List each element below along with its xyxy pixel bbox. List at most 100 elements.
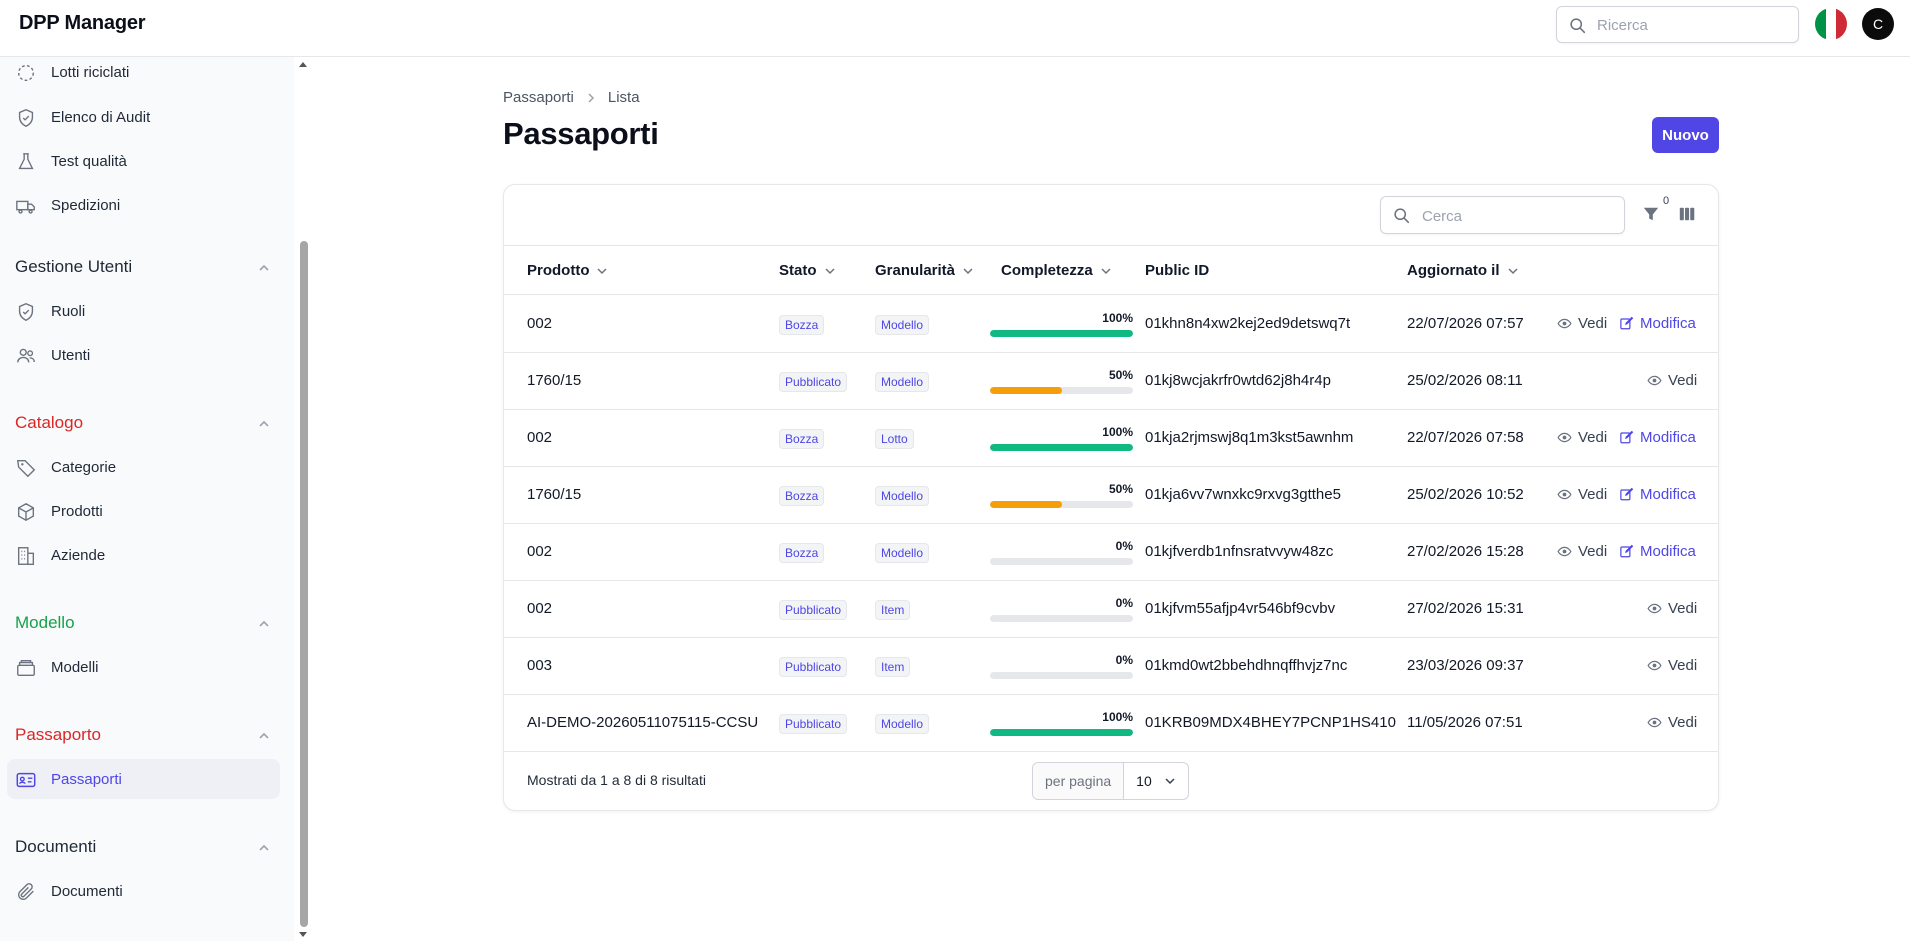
- breadcrumb-root-link[interactable]: Passaporti: [503, 89, 574, 106]
- flask-icon: [18, 153, 34, 170]
- view-action[interactable]: Vedi: [1557, 543, 1607, 560]
- chevron-up-icon: [259, 732, 269, 739]
- column-header-updated[interactable]: Aggiornato il: [1407, 262, 1519, 279]
- granularity-badge: Modello: [875, 714, 930, 734]
- sidebar-scrollbar-thumb[interactable]: [300, 241, 308, 927]
- new-passport-button[interactable]: Nuovo: [1652, 117, 1719, 153]
- status-badge: Pubblicato: [779, 600, 848, 620]
- cell-public-id: 01khn8n4xw2kej2ed9detswq7t: [1145, 315, 1351, 332]
- sidebar-item-passaporti[interactable]: Passaporti: [7, 759, 280, 799]
- view-action[interactable]: Vedi: [1647, 372, 1697, 389]
- edit-action[interactable]: Modifica: [1619, 429, 1696, 446]
- filter-icon[interactable]: [1642, 205, 1660, 223]
- user-avatar[interactable]: C: [1862, 8, 1894, 40]
- edit-action[interactable]: Modifica: [1619, 543, 1696, 560]
- chevron-up-icon: [259, 264, 269, 271]
- column-header-status[interactable]: Stato: [779, 262, 836, 279]
- cell-product: 002: [527, 429, 553, 446]
- sidebar-item-label: Test qualità: [51, 152, 127, 170]
- sidebar-item-test-qualita[interactable]: Test qualità: [7, 141, 280, 181]
- sidebar-item-lotti-riciclati[interactable]: Lotti riciclati: [7, 52, 280, 92]
- table-search[interactable]: [1380, 196, 1625, 234]
- cell-product: 003: [527, 657, 553, 674]
- view-action[interactable]: Vedi: [1557, 486, 1607, 503]
- sidebar-item-label: Documenti: [51, 882, 123, 900]
- sidebar-item-elenco-audit[interactable]: Elenco di Audit: [7, 97, 280, 137]
- cell-updated: 22/07/2026 07:58: [1407, 429, 1524, 446]
- cell-public-id: 01kjfvm55afjp4vr546bf9cvbv: [1145, 600, 1336, 617]
- sidebar-group-gestione-utenti[interactable]: Gestione Utenti: [15, 257, 271, 281]
- completeness-percent: 0%: [1115, 596, 1133, 610]
- language-flag-it[interactable]: [1815, 8, 1847, 40]
- table-row: 1760/15 Bozza Modello 50% 01kja6vv7wnxkc9rxv…: [504, 467, 1718, 524]
- chevron-up-icon: [259, 844, 269, 851]
- sidebar-item-label: Ruoli: [51, 302, 86, 320]
- completeness-bar: [990, 729, 1133, 736]
- sidebar-group-catalogo[interactable]: Catalogo: [15, 413, 271, 437]
- sidebar-group-label: Passaporto: [15, 725, 101, 744]
- status-badge: Pubblicato: [779, 657, 848, 677]
- status-badge: Bozza: [779, 543, 825, 563]
- sidebar-item-label: Categorie: [51, 458, 117, 476]
- completeness-bar: [990, 501, 1133, 508]
- shield-check-icon: [18, 303, 34, 322]
- users-icon: [17, 348, 35, 363]
- archive-icon: [17, 659, 35, 677]
- sidebar-item-categorie[interactable]: Categorie: [7, 447, 280, 487]
- granularity-badge: Modello: [875, 315, 930, 335]
- per-page-select[interactable]: per pagina 10: [1032, 762, 1189, 800]
- filter-count-badge: 0: [1663, 195, 1670, 207]
- column-header-product[interactable]: Prodotto: [527, 262, 608, 279]
- view-action[interactable]: Vedi: [1647, 657, 1697, 674]
- app-title[interactable]: DPP Manager: [19, 12, 146, 35]
- status-badge: Bozza: [779, 315, 825, 335]
- global-search[interactable]: [1556, 6, 1799, 43]
- edit-action[interactable]: Modifica: [1619, 315, 1696, 332]
- global-search-input[interactable]: [1597, 14, 1787, 36]
- sidebar-item-spedizioni[interactable]: Spedizioni: [7, 185, 280, 225]
- granularity-badge: Item: [875, 600, 911, 620]
- edit-action-label: Modifica: [1640, 315, 1696, 332]
- page-title: Passaporti: [503, 116, 659, 151]
- completeness-percent: 50%: [1108, 368, 1133, 382]
- status-badge: Bozza: [779, 429, 825, 449]
- per-page-value[interactable]: 10: [1124, 763, 1188, 799]
- table-search-input[interactable]: [1422, 205, 1612, 227]
- scroll-up-arrow-icon[interactable]: [298, 60, 308, 68]
- sidebar-item-prodotti[interactable]: Prodotti: [7, 491, 280, 531]
- sidebar-item-label: Elenco di Audit: [51, 108, 151, 126]
- view-action[interactable]: Vedi: [1647, 714, 1697, 731]
- sidebar-item-label: Passaporti: [51, 770, 122, 788]
- columns-icon[interactable]: [1678, 205, 1696, 223]
- cell-updated: 25/02/2026 10:52: [1407, 486, 1524, 503]
- sidebar-item-ruoli[interactable]: Ruoli: [7, 291, 280, 331]
- view-action[interactable]: Vedi: [1557, 429, 1607, 446]
- status-badge: Bozza: [779, 486, 825, 506]
- scroll-down-arrow-icon[interactable]: [298, 931, 308, 939]
- view-action-label: Vedi: [1578, 429, 1608, 446]
- sidebar-item-utenti[interactable]: Utenti: [7, 335, 280, 375]
- edit-icon: [1620, 430, 1634, 444]
- column-header-granularity[interactable]: Granularità: [875, 262, 974, 279]
- view-action[interactable]: Vedi: [1647, 600, 1697, 617]
- sidebar-group-modello[interactable]: Modello: [15, 613, 271, 637]
- breadcrumb-current: Lista: [607, 89, 640, 106]
- view-action[interactable]: Vedi: [1557, 315, 1607, 332]
- view-action-label: Vedi: [1668, 714, 1698, 731]
- cell-updated: 22/07/2026 07:57: [1407, 315, 1524, 332]
- eye-icon: [1557, 432, 1572, 443]
- view-action-label: Vedi: [1578, 543, 1608, 560]
- sidebar-item-documenti[interactable]: Documenti: [7, 871, 280, 911]
- table-row: 002 Pubblicato Item 0% 01kjfvm55afjp4vr546bf…: [504, 581, 1718, 638]
- per-page-value-text: 10: [1136, 773, 1152, 789]
- edit-action[interactable]: Modifica: [1619, 486, 1696, 503]
- chevron-down-icon: [1165, 778, 1175, 785]
- completeness-bar-fill: [990, 729, 1133, 736]
- sidebar-group-documenti[interactable]: Documenti: [15, 837, 271, 861]
- completeness-bar: [990, 444, 1133, 451]
- sidebar-item-aziende[interactable]: Aziende: [7, 535, 280, 575]
- sidebar-item-modelli[interactable]: Modelli: [7, 647, 280, 687]
- column-header-completeness[interactable]: Completezza: [1001, 262, 1112, 279]
- sidebar-group-passaporto[interactable]: Passaporto: [15, 725, 271, 749]
- view-action-label: Vedi: [1578, 315, 1608, 332]
